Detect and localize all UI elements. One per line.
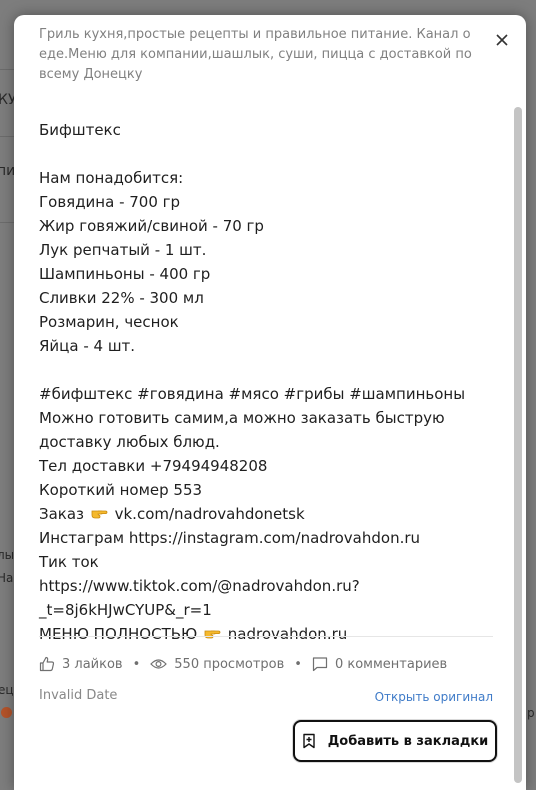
comment-icon <box>312 657 328 672</box>
separator-dot: • <box>294 656 302 672</box>
ingredient-line: Жир говяжий/свиной - 70 гр <box>39 217 264 235</box>
background-text: лы <box>0 548 15 562</box>
hashtags-line: #бифштекс #говядина #мясо #грибы #шампин… <box>39 385 466 403</box>
delivery-phone: Тел доставки +79494948208 <box>39 457 268 475</box>
post-stats: 3 лайков • 550 просмотров • 0 комментари… <box>39 653 447 675</box>
post-modal: Гриль кухня,простые рецепты и правильное… <box>14 15 526 790</box>
tiktok-line[interactable]: Тик ток https://www.tiktok.com/@nadrovah… <box>39 550 419 622</box>
menu-link[interactable]: nadrovahdon.ru <box>228 625 347 643</box>
bookmark-add-icon <box>302 733 315 749</box>
views-stat: 550 просмотров <box>150 657 284 672</box>
background-divider <box>0 222 14 223</box>
ingredient-line: Шампиньоны - 400 гр <box>39 265 211 283</box>
channel-description: Гриль кухня,простые рецепты и правильное… <box>39 27 472 82</box>
delivery-note: Можно готовить самим,а можно заказать бы… <box>39 409 445 451</box>
close-button[interactable] <box>490 28 514 52</box>
order-label: Заказ <box>39 505 85 523</box>
ingredient-line: Розмарин, чеснок <box>39 313 179 331</box>
ingredient-line: Яйца - 4 шт. <box>39 337 136 355</box>
scrollbar-thumb[interactable] <box>514 107 522 783</box>
instagram-line[interactable]: Инстаграм https://instagram.com/nadrovah… <box>39 526 504 550</box>
post-title: Бифштекс <box>39 121 121 139</box>
post-date: Invalid Date <box>39 688 118 703</box>
post-line: Нам понадобится: <box>39 169 184 187</box>
pointing-hand-icon <box>204 630 221 639</box>
views-count: 550 просмотров <box>174 656 285 672</box>
background-text: пи <box>0 163 16 179</box>
background-text: ец <box>0 683 14 697</box>
scrollbar[interactable] <box>514 15 523 790</box>
background-divider <box>0 69 14 70</box>
background-divider <box>0 136 14 137</box>
background-text: На <box>0 571 14 585</box>
post-line <box>39 358 504 382</box>
stats-divider <box>39 636 493 637</box>
close-icon <box>496 34 508 46</box>
add-bookmark-button[interactable]: Добавить в закладки <box>293 720 497 762</box>
open-original-link[interactable]: Открыть оригинал <box>375 690 493 704</box>
ingredient-line: Говядина - 700 гр <box>39 193 181 211</box>
comments-stat[interactable]: 0 комментариев <box>312 656 447 672</box>
likes-stat[interactable]: 3 лайков <box>39 656 123 672</box>
likes-count: 3 лайков <box>62 656 123 672</box>
add-bookmark-label: Добавить в закладки <box>327 733 489 749</box>
like-icon <box>39 656 55 672</box>
eye-icon <box>150 659 168 669</box>
menu-line: МЕНЮ ПОЛНОСТЬЮ nadrovahdon.ru <box>39 622 504 646</box>
background-icon <box>1 707 12 718</box>
ingredient-line: Лук репчатый - 1 шт. <box>39 241 207 259</box>
short-number: Короткий номер 553 <box>39 481 203 499</box>
background-text: р <box>527 706 535 720</box>
separator-dot: • <box>132 656 141 672</box>
pointing-hand-icon <box>91 510 108 519</box>
post-text: Бифштекс Нам понадобится: Говядина - 700… <box>39 118 504 646</box>
menu-label: МЕНЮ ПОЛНОСТЬЮ <box>39 625 198 643</box>
order-line: Заказ vk.com/nadrovahdonetsk <box>39 502 504 526</box>
ingredient-line: Сливки 22% - 300 мл <box>39 289 204 307</box>
comments-count: 0 комментариев <box>334 656 448 672</box>
post-line <box>39 142 504 166</box>
order-link[interactable]: vk.com/nadrovahdonetsk <box>115 505 305 523</box>
